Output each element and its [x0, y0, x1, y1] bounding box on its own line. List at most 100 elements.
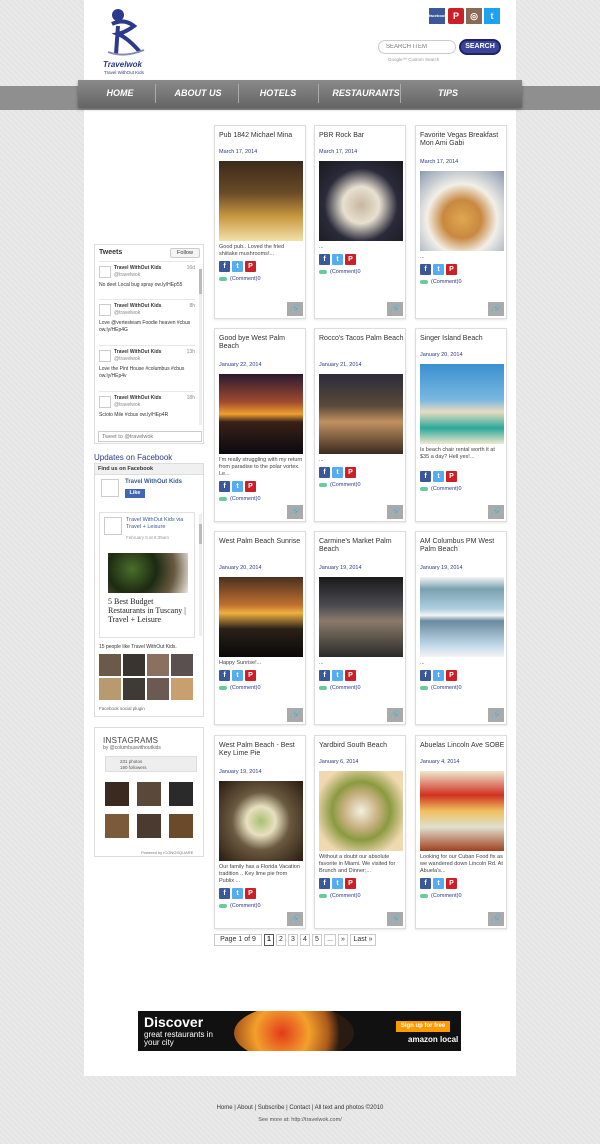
- instagram-photo[interactable]: [137, 782, 161, 806]
- comment-link[interactable]: (Comment)0: [219, 276, 261, 282]
- post-image[interactable]: [108, 553, 188, 593]
- post-thumbnail[interactable]: [420, 364, 504, 444]
- fan-avatar[interactable]: [99, 654, 121, 676]
- pinterest-share-icon[interactable]: P: [245, 261, 256, 272]
- pinterest-share-icon[interactable]: P: [446, 471, 457, 482]
- tweet-item[interactable]: Travel WithOut Kids @travelwok 8h Love @…: [99, 299, 195, 345]
- page-link[interactable]: 2: [276, 934, 286, 946]
- pinterest-share-icon[interactable]: P: [446, 878, 457, 889]
- page-link[interactable]: 4: [300, 934, 310, 946]
- fan-avatar[interactable]: [171, 678, 193, 700]
- tweet-author[interactable]: Travel WithOut Kids: [114, 395, 161, 401]
- post-thumbnail[interactable]: [219, 577, 303, 657]
- twitter-share-icon[interactable]: t: [433, 471, 444, 482]
- tweet-input[interactable]: [98, 431, 202, 442]
- post-title[interactable]: West Palm Beach Sunrise: [219, 538, 305, 546]
- nav-hotels[interactable]: HOTELS: [238, 80, 318, 107]
- comment-count[interactable]: (Comment)0: [431, 685, 462, 691]
- footer-about-link[interactable]: About: [237, 1105, 253, 1111]
- post-title[interactable]: AM Columbus PM West Palm Beach: [420, 538, 506, 554]
- facebook-share-icon[interactable]: f: [319, 878, 330, 889]
- facebook-share-icon[interactable]: f: [219, 670, 230, 681]
- post-title[interactable]: PBR Rock Bar: [319, 132, 405, 140]
- twitter-share-icon[interactable]: t: [232, 888, 243, 899]
- instagram-photo[interactable]: [169, 782, 193, 806]
- comment-count[interactable]: (Comment)0: [330, 893, 361, 899]
- tweet-author[interactable]: Travel WithOut Kids: [114, 349, 161, 355]
- twitter-share-icon[interactable]: t: [332, 254, 343, 265]
- twitter-share-icon[interactable]: t: [232, 481, 243, 492]
- instagram-photo[interactable]: [137, 814, 161, 838]
- facebook-share-icon[interactable]: f: [219, 888, 230, 899]
- instagram-icon[interactable]: ◎: [466, 8, 482, 24]
- footer-contact-link[interactable]: Contact: [289, 1105, 310, 1111]
- page-avatar[interactable]: [101, 479, 119, 497]
- ad-banner[interactable]: Discover great restaurants in your city …: [138, 1011, 461, 1051]
- post-thumbnail[interactable]: [319, 161, 403, 241]
- twitter-share-icon[interactable]: t: [332, 670, 343, 681]
- comment-count[interactable]: (Comment)0: [330, 269, 361, 275]
- page-link-current[interactable]: 1: [264, 934, 274, 946]
- search-button[interactable]: SEARCH: [459, 39, 501, 55]
- comment-link[interactable]: (Comment)0: [420, 685, 462, 691]
- facebook-post[interactable]: Travel WithOut Kids via Travel + Leisure…: [99, 512, 195, 638]
- comment-link[interactable]: (Comment)0: [319, 893, 361, 899]
- ad-signup-button[interactable]: Sign up for free: [396, 1021, 450, 1032]
- comment-count[interactable]: (Comment)0: [230, 276, 261, 282]
- comment-count[interactable]: (Comment)0: [330, 482, 361, 488]
- post-title[interactable]: Good bye West Palm Beach: [219, 335, 305, 351]
- comment-link[interactable]: (Comment)0: [219, 903, 261, 909]
- next-page-link[interactable]: »: [338, 934, 348, 946]
- pinterest-share-icon[interactable]: P: [245, 888, 256, 899]
- nav-home[interactable]: HOME: [82, 80, 158, 107]
- post-title[interactable]: Yardbird South Beach: [319, 742, 405, 750]
- post-title[interactable]: Singer Island Beach: [420, 335, 506, 343]
- post-thumbnail[interactable]: [319, 374, 403, 454]
- post-title[interactable]: Pub 1842 Michael Mina: [219, 132, 305, 140]
- post-thumbnail[interactable]: [420, 771, 504, 851]
- post-title[interactable]: Carmine's Market Palm Beach: [319, 538, 405, 554]
- fan-avatar[interactable]: [99, 678, 121, 700]
- comment-link[interactable]: (Comment)0: [219, 496, 261, 502]
- instagram-photo[interactable]: [105, 814, 129, 838]
- comment-link[interactable]: (Comment)0: [319, 482, 361, 488]
- facebook-like-button[interactable]: Like: [125, 489, 145, 498]
- permalink-icon[interactable]: 🔗: [387, 505, 403, 519]
- post-thumbnail[interactable]: [319, 577, 403, 657]
- comment-count[interactable]: (Comment)0: [330, 685, 361, 691]
- pinterest-share-icon[interactable]: P: [345, 670, 356, 681]
- facebook-share-icon[interactable]: f: [420, 264, 431, 275]
- footer-home-link[interactable]: Home: [217, 1105, 233, 1111]
- pinterest-share-icon[interactable]: P: [245, 481, 256, 492]
- post-thumbnail[interactable]: [420, 171, 504, 251]
- permalink-icon[interactable]: 🔗: [287, 505, 303, 519]
- facebook-share-icon[interactable]: f: [219, 481, 230, 492]
- comment-count[interactable]: (Comment)0: [230, 685, 261, 691]
- facebook-share-icon[interactable]: f: [319, 670, 330, 681]
- pinterest-share-icon[interactable]: P: [446, 264, 457, 275]
- facebook-share-icon[interactable]: f: [219, 261, 230, 272]
- twitter-icon[interactable]: t: [484, 8, 500, 24]
- tweet-author[interactable]: Travel WithOut Kids: [114, 265, 161, 271]
- comment-link[interactable]: (Comment)0: [319, 685, 361, 691]
- scrollbar[interactable]: [199, 269, 202, 425]
- post-title[interactable]: West Palm Beach - Best Key Lime Pie: [219, 742, 305, 758]
- pinterest-share-icon[interactable]: P: [345, 878, 356, 889]
- permalink-icon[interactable]: 🔗: [287, 912, 303, 926]
- facebook-share-icon[interactable]: f: [420, 471, 431, 482]
- facebook-share-icon[interactable]: f: [420, 670, 431, 681]
- comment-count[interactable]: (Comment)0: [431, 486, 462, 492]
- pinterest-share-icon[interactable]: P: [245, 670, 256, 681]
- comment-link[interactable]: (Comment)0: [219, 685, 261, 691]
- fan-avatar[interactable]: [123, 654, 145, 676]
- last-page-link[interactable]: Last »: [350, 934, 376, 946]
- pinterest-share-icon[interactable]: P: [345, 254, 356, 265]
- follow-button[interactable]: Follow: [170, 248, 200, 258]
- instagram-powered-by[interactable]: Powered by ICONOSQUARE: [141, 850, 193, 855]
- twitter-share-icon[interactable]: t: [232, 261, 243, 272]
- tweet-item[interactable]: Travel WithOut Kids @travelwok 13h Love …: [99, 345, 195, 391]
- comment-link[interactable]: (Comment)0: [420, 893, 462, 899]
- comment-link[interactable]: (Comment)0: [420, 279, 462, 285]
- fan-avatar[interactable]: [147, 654, 169, 676]
- permalink-icon[interactable]: 🔗: [387, 302, 403, 316]
